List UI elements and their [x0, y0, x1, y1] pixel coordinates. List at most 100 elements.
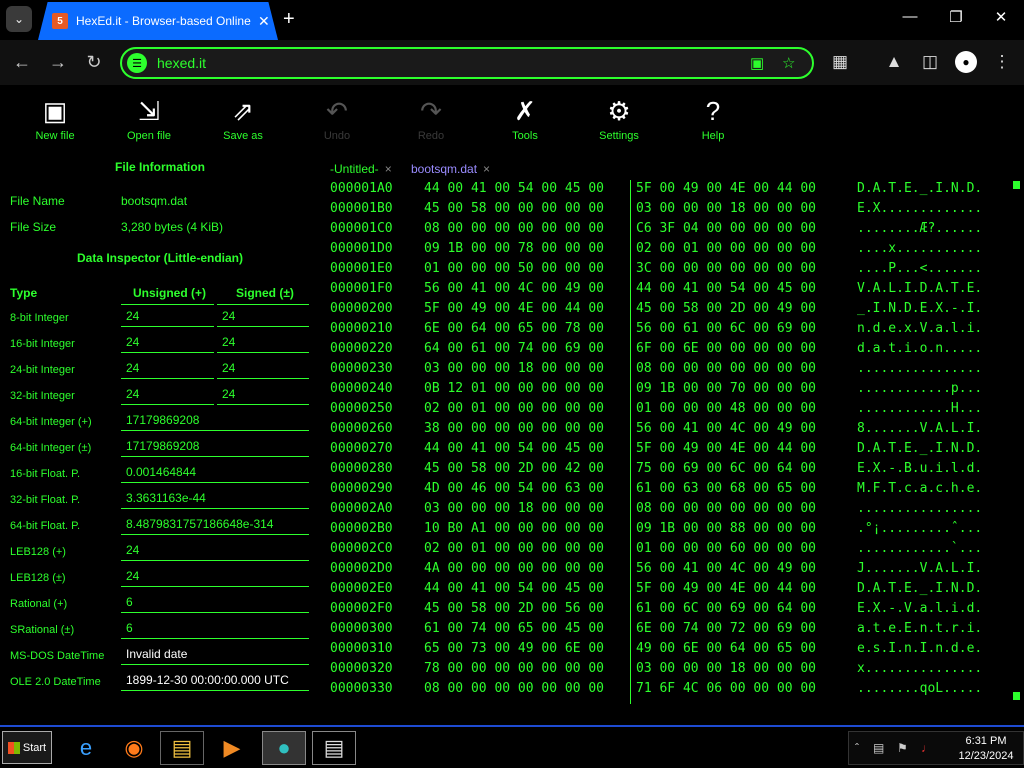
hex-ascii[interactable]: n.d.e.x.V.a.l.i. [857, 321, 982, 336]
di-value[interactable]: 8.4879831757186648e-314 [121, 513, 309, 535]
hex-bytes-left[interactable]: 08 00 00 00 00 00 00 00 [424, 221, 604, 236]
hex-bytes-right[interactable]: 03 00 00 00 18 00 00 00 [636, 661, 816, 676]
browser-tab[interactable]: 5 HexEd.it - Browser-based Online a ✕ [38, 2, 278, 40]
di-value[interactable]: 17179869208 [121, 409, 309, 431]
hex-ascii[interactable]: ............p... [857, 381, 982, 396]
window-app-icon[interactable]: ▤ [312, 731, 356, 765]
hex-bytes-left[interactable]: 38 00 00 00 00 00 00 00 [424, 421, 604, 436]
hex-bytes-right[interactable]: 61 00 6C 00 69 00 64 00 [636, 601, 816, 616]
window-close-icon[interactable]: ✕ [986, 8, 1016, 26]
hex-bytes-right[interactable]: 45 00 58 00 2D 00 49 00 [636, 301, 816, 316]
app-bubble-icon[interactable]: ● [262, 731, 306, 765]
minimize-icon[interactable]: — [895, 8, 925, 25]
scroll-indicator-top[interactable] [1013, 181, 1020, 189]
hex-ascii[interactable]: ........Æ?...... [857, 221, 982, 236]
bookmark-star-icon[interactable]: ☆ [782, 54, 795, 72]
hex-bytes-right[interactable]: 6E 00 74 00 72 00 69 00 [636, 621, 816, 636]
hex-ascii[interactable]: a.t.e.E.n.t.r.i. [857, 621, 982, 636]
hex-bytes-left[interactable]: 65 00 73 00 49 00 6E 00 [424, 641, 604, 656]
start-button[interactable]: Start [2, 731, 52, 764]
hex-bytes-right[interactable]: 75 00 69 00 6C 00 64 00 [636, 461, 816, 476]
new-tab-button[interactable]: + [283, 8, 295, 30]
hex-ascii[interactable]: 8.......V.A.L.I. [857, 421, 982, 436]
hex-bytes-right[interactable]: 56 00 61 00 6C 00 69 00 [636, 321, 816, 336]
file-explorer-icon[interactable]: ▤ [160, 731, 204, 765]
hex-bytes-right[interactable]: 01 00 00 00 48 00 00 00 [636, 401, 816, 416]
hex-ascii[interactable]: ................ [857, 501, 982, 516]
hex-bytes-right[interactable]: 61 00 63 00 68 00 65 00 [636, 481, 816, 496]
tab-search-button[interactable]: ⌄ [6, 6, 32, 32]
reload-icon[interactable]: ↻ [82, 52, 106, 73]
hex-ascii[interactable]: ............H... [857, 401, 982, 416]
hex-ascii[interactable]: D.A.T.E._.I.N.D. [857, 581, 982, 596]
hex-bytes-left[interactable]: 01 00 00 00 50 00 00 00 [424, 261, 604, 276]
hex-bytes-left[interactable]: 56 00 41 00 4C 00 49 00 [424, 281, 604, 296]
hex-bytes-right[interactable]: 3C 00 00 00 00 00 00 00 [636, 261, 816, 276]
hex-bytes-left[interactable]: 44 00 41 00 54 00 45 00 [424, 441, 604, 456]
hex-ascii[interactable]: ................ [857, 361, 982, 376]
hex-bytes-right[interactable]: 02 00 01 00 00 00 00 00 [636, 241, 816, 256]
hex-ascii[interactable]: M.F.T.c.a.c.h.e. [857, 481, 982, 496]
hex-ascii[interactable]: D.A.T.E._.I.N.D. [857, 181, 982, 196]
hex-bytes-right[interactable]: C6 3F 04 00 00 00 00 00 [636, 221, 816, 236]
address-bar[interactable]: ☰ hexed.it ▣ ☆ [120, 47, 814, 79]
hex-bytes-left[interactable]: 5F 00 49 00 4E 00 44 00 [424, 301, 604, 316]
hex-bytes-left[interactable]: 61 00 74 00 65 00 45 00 [424, 621, 604, 636]
di-unsigned-value[interactable]: 24 [121, 331, 214, 353]
file-tab-bootsqm[interactable]: bootsqm.dat × [411, 162, 490, 176]
hex-bytes-left[interactable]: 10 B0 A1 00 00 00 00 00 [424, 521, 604, 536]
hex-ascii[interactable]: ............`... [857, 541, 982, 556]
hex-bytes-right[interactable]: 71 6F 4C 06 00 00 00 00 [636, 681, 816, 696]
di-signed-value[interactable]: 24 [217, 357, 309, 379]
hex-ascii[interactable]: ....x........... [857, 241, 982, 256]
hex-bytes-left[interactable]: 44 00 41 00 54 00 45 00 [424, 181, 604, 196]
di-value[interactable]: 6 [121, 617, 309, 639]
hex-bytes-left[interactable]: 64 00 61 00 74 00 69 00 [424, 341, 604, 356]
hex-ascii[interactable]: x............... [857, 661, 982, 676]
hex-ascii[interactable]: ........qoL..... [857, 681, 982, 696]
hex-bytes-right[interactable]: 08 00 00 00 00 00 00 00 [636, 501, 816, 516]
hex-bytes-right[interactable]: 5F 00 49 00 4E 00 44 00 [636, 181, 816, 196]
help-button[interactable]: ? Help [673, 95, 753, 142]
hex-ascii[interactable]: ....P...<....... [857, 261, 982, 276]
hex-ascii[interactable]: d.a.t.i.o.n..... [857, 341, 982, 356]
hex-bytes-left[interactable]: 45 00 58 00 2D 00 42 00 [424, 461, 604, 476]
hex-ascii[interactable]: E.X............. [857, 201, 982, 216]
site-info-icon[interactable]: ☰ [127, 53, 147, 73]
hex-ascii[interactable]: .°¡.........ˆ... [857, 521, 982, 536]
hex-bytes-right[interactable]: 56 00 41 00 4C 00 49 00 [636, 421, 816, 436]
hex-bytes-right[interactable]: 01 00 00 00 60 00 00 00 [636, 541, 816, 556]
hex-bytes-left[interactable]: 02 00 01 00 00 00 00 00 [424, 401, 604, 416]
internet-explorer-icon[interactable]: e [64, 731, 108, 765]
side-panel-icon[interactable]: ◫ [918, 52, 942, 72]
kebab-menu-icon[interactable]: ⋮ [990, 52, 1014, 72]
di-value[interactable]: 24 [121, 539, 309, 561]
install-app-icon[interactable]: ▣ [750, 54, 764, 72]
hex-bytes-left[interactable]: 03 00 00 00 18 00 00 00 [424, 501, 604, 516]
scroll-indicator-bottom[interactable] [1013, 692, 1020, 700]
di-unsigned-value[interactable]: 24 [121, 305, 214, 327]
hex-bytes-right[interactable]: 6F 00 6E 00 00 00 00 00 [636, 341, 816, 356]
di-unsigned-value[interactable]: 24 [121, 357, 214, 379]
hex-bytes-right[interactable]: 49 00 6E 00 64 00 65 00 [636, 641, 816, 656]
close-icon[interactable]: × [385, 162, 392, 176]
file-tab-untitled[interactable]: -Untitled- × [330, 162, 392, 176]
media-player-icon[interactable]: ▶ [210, 731, 254, 765]
di-signed-value[interactable]: 24 [217, 305, 309, 327]
hex-ascii[interactable]: J.......V.A.L.I. [857, 561, 982, 576]
save-as-button[interactable]: ⇗ Save as [203, 95, 283, 142]
clock-time[interactable]: 6:31 PM [953, 735, 1019, 747]
hex-ascii[interactable]: E.X.-.V.a.l.i.d. [857, 601, 982, 616]
hex-bytes-right[interactable]: 5F 00 49 00 4E 00 44 00 [636, 441, 816, 456]
clock-date[interactable]: 12/23/2024 [953, 750, 1019, 762]
di-unsigned-value[interactable]: 24 [121, 383, 214, 405]
undo-button[interactable]: ↶ Undo [297, 95, 377, 142]
tab-close-icon[interactable]: ✕ [258, 13, 270, 30]
hex-bytes-left[interactable]: 09 1B 00 00 78 00 00 00 [424, 241, 604, 256]
hex-bytes-left[interactable]: 45 00 58 00 2D 00 56 00 [424, 601, 604, 616]
hex-bytes-right[interactable]: 09 1B 00 00 70 00 00 00 [636, 381, 816, 396]
restore-icon[interactable]: ❐ [941, 8, 971, 26]
open-file-button[interactable]: ⇲ Open file [109, 95, 189, 142]
hex-bytes-right[interactable]: 5F 00 49 00 4E 00 44 00 [636, 581, 816, 596]
hex-ascii[interactable]: D.A.T.E._.I.N.D. [857, 441, 982, 456]
